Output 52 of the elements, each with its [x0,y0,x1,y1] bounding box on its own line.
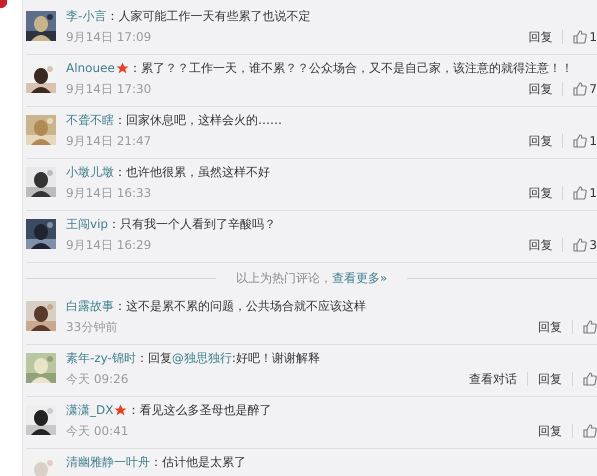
user-name[interactable]: 潇潇_DX [66,402,114,418]
comment-time: 9月14日 16:29 [66,236,152,254]
comment-text: ：回复@独思独行:好吧！谢谢解释 [136,350,320,366]
thumbs-up-icon[interactable] [583,424,597,438]
comment-time: 9月14日 17:30 [66,80,152,98]
comment-time: 9月14日 16:33 [66,184,152,202]
comment-text: ：回家休息吧，这样会火的…… [114,112,282,128]
like-count: 1 [589,30,597,44]
comment-time: 33分钟前 [66,318,118,336]
conversation-link[interactable]: 查看对话 [469,370,517,388]
comment-text: ：这不是累不累的问题，公共场合就不应该这样 [114,298,366,314]
reply-link[interactable]: 回复 [528,80,552,98]
like-count: 1 [589,134,597,148]
reply-link[interactable]: 回复 [538,422,562,440]
like-count: 1 [589,186,597,200]
like-count: 7 [589,82,597,96]
user-name[interactable]: 王闯vip [66,216,108,232]
thumbs-up-icon[interactable] [573,134,588,148]
comment-text: ：只有我一个人看到了辛酸吗？ [108,216,276,232]
comment-text: ：也许他很累，虽然这样不好 [114,164,270,180]
reply-link[interactable]: 回复 [528,28,552,46]
comment-text: ：累了？？工作一天，谁不累？？公众场合，又不是自己家，该注意的就得注意！！ [128,60,573,76]
user-name[interactable]: 不聋不瞎 [66,112,114,128]
user-name[interactable]: 清幽雅静一叶舟 [66,454,150,470]
hot-comments-note: 以上为热门评论， [236,270,332,286]
mention-link[interactable]: @独思独行 [172,350,232,364]
user-name[interactable]: 白露故事 [66,298,114,314]
comment-text: ：估计他是太累了 [150,454,246,470]
reply-link[interactable]: 回复 [528,236,552,254]
comment-text: ：人家可能工作一天有些累了也说不定 [106,8,310,24]
reply-link[interactable]: 回复 [528,184,552,202]
reply-link[interactable]: 回复 [538,318,562,336]
see-more-link[interactable]: 查看更多» [332,270,388,286]
thumbs-up-icon[interactable] [573,30,588,44]
comment-time: 9月14日 17:09 [66,28,152,46]
reply-link[interactable]: 回复 [528,132,552,150]
thumbs-up-icon[interactable] [573,82,588,96]
thumbs-up-icon[interactable] [583,372,597,386]
comment-time: 今天 09:26 [66,370,128,388]
user-name[interactable]: Alnouee [66,61,115,75]
user-name[interactable]: 素年-zy-锦时 [66,350,136,366]
comment-text: ：看见这么多圣母也是醉了 [127,402,272,418]
reply-link[interactable]: 回复 [538,370,562,388]
corner-mark-icon [0,0,7,9]
user-name[interactable]: 小墩儿墩 [66,164,114,180]
thumbs-up-icon[interactable] [573,186,588,200]
thumbs-up-icon[interactable] [583,320,597,334]
comment-time: 今天 00:41 [66,422,128,440]
thumbs-up-icon[interactable] [573,238,588,252]
like-count: 3 [589,238,597,252]
user-name[interactable]: 李-小言 [66,8,106,24]
comment-time: 9月14日 21:47 [66,132,152,150]
